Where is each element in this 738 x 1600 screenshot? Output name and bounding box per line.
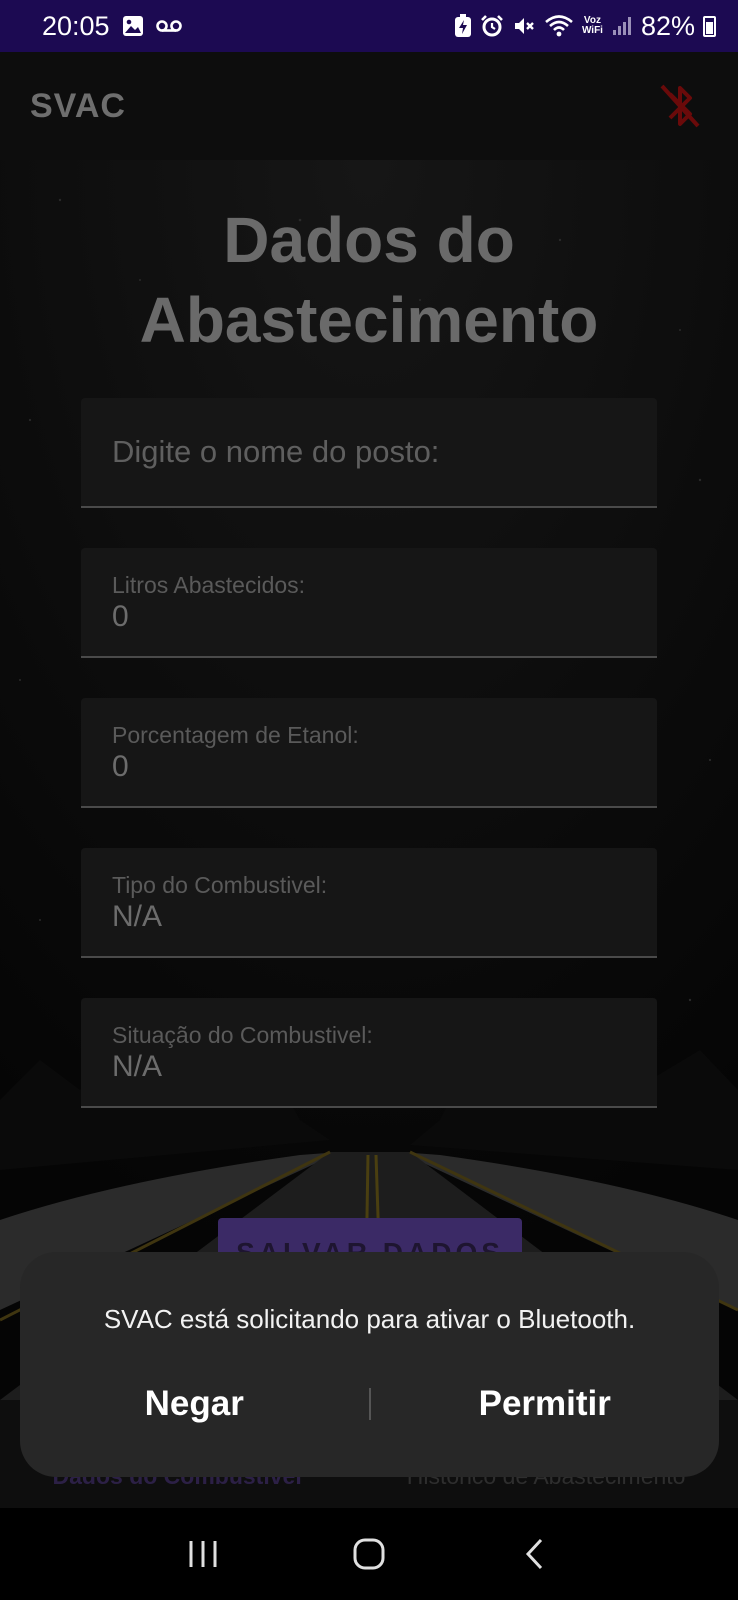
page-title: Dados do Abastecimento xyxy=(0,200,738,360)
main-content: Dados do Abastecimento Digite o nome do … xyxy=(0,160,738,1400)
status-time: 20:05 xyxy=(42,10,110,41)
fuel-status-value: N/A xyxy=(112,1050,163,1083)
fuel-type-field[interactable]: Tipo do Combustivel: N/A xyxy=(81,848,657,958)
bluetooth-disabled-icon xyxy=(660,84,700,128)
status-bar: 20:05 Voz WiFi 82% xyxy=(0,0,738,52)
page-title-line2: Abastecimento xyxy=(139,284,599,356)
signal-icon xyxy=(611,15,633,37)
ethanol-percentage-value: 0 xyxy=(112,750,129,783)
back-button[interactable] xyxy=(505,1524,565,1584)
status-left: 20:05 xyxy=(42,11,182,42)
allow-button[interactable]: Permitir xyxy=(371,1384,720,1424)
fuel-type-label: Tipo do Combustivel: xyxy=(112,872,328,898)
mute-icon xyxy=(512,14,536,38)
battery-saver-icon xyxy=(454,14,472,38)
liters-field[interactable]: Litros Abastecidos: 0 xyxy=(81,548,657,658)
voicemail-icon xyxy=(155,18,182,34)
battery-percent: 82% xyxy=(640,10,695,41)
ethanol-percentage-field[interactable]: Porcentagem de Etanol: 0 xyxy=(81,698,657,808)
app-bar: SVAC xyxy=(0,52,738,160)
dialog-actions: Negar Permitir xyxy=(20,1374,719,1434)
fuel-status-label: Situação do Combustivel: xyxy=(112,1022,373,1048)
home-button[interactable] xyxy=(339,1524,399,1584)
back-icon xyxy=(525,1538,543,1570)
page-title-line1: Dados do xyxy=(223,204,515,276)
system-navigation-bar xyxy=(0,1508,738,1600)
fuel-type-value: N/A xyxy=(112,900,163,933)
bluetooth-button[interactable] xyxy=(652,78,708,134)
ethanol-percentage-label: Porcentagem de Etanol: xyxy=(112,722,359,748)
battery-icon xyxy=(703,15,716,37)
liters-value: 0 xyxy=(112,600,129,633)
alarm-icon xyxy=(480,14,504,38)
station-name-input[interactable]: Digite o nome do posto: xyxy=(81,398,657,508)
app-title: SVAC xyxy=(30,86,126,125)
image-icon xyxy=(122,15,144,37)
recent-apps-button[interactable] xyxy=(173,1524,233,1584)
voz-wifi-icon: Voz WiFi xyxy=(582,16,603,36)
dialog-message: SVAC está solicitando para ativar o Blue… xyxy=(103,1304,636,1334)
fuel-status-field[interactable]: Situação do Combustivel: N/A xyxy=(81,998,657,1108)
deny-button[interactable]: Negar xyxy=(20,1384,369,1424)
voz-bottom-label: WiFi xyxy=(581,25,603,36)
home-icon xyxy=(353,1538,385,1570)
liters-label: Litros Abastecidos: xyxy=(112,572,306,598)
recent-apps-icon xyxy=(189,1541,217,1567)
station-name-placeholder: Digite o nome do posto: xyxy=(112,434,440,469)
bluetooth-permission-dialog: SVAC está solicitando para ativar o Blue… xyxy=(20,1252,719,1477)
wifi-icon xyxy=(544,14,574,38)
status-right: Voz WiFi 82% xyxy=(454,11,716,42)
